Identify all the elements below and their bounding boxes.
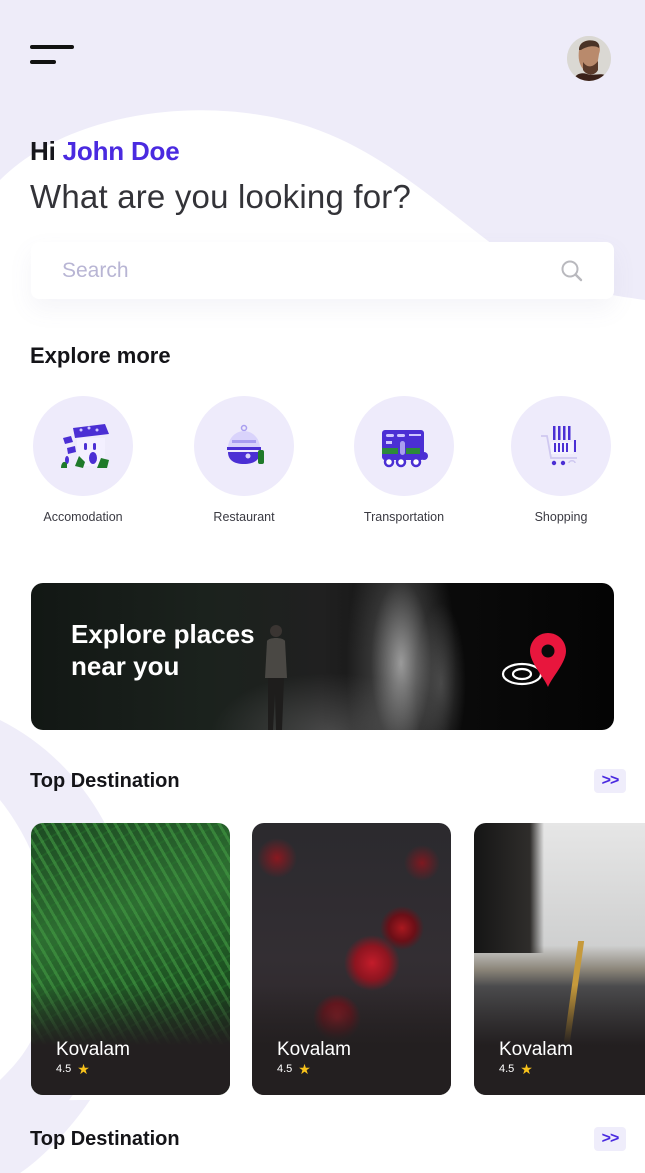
banner-title: Explore places near you — [71, 618, 255, 682]
rating-value: 4.5 — [277, 1063, 293, 1075]
greeting: Hi John Doe — [30, 136, 180, 167]
cloche-icon — [227, 424, 264, 464]
explore-places-banner[interactable]: Explore places near you — [31, 583, 614, 730]
category-label: Accomodation — [43, 510, 123, 524]
top-destination-title: Top Destination — [30, 770, 180, 792]
category-restaurant[interactable]: Restaurant — [174, 396, 314, 524]
avatar[interactable] — [567, 36, 611, 81]
person-silhouette — [265, 625, 287, 730]
user-name: John Doe — [62, 136, 180, 166]
destination-rating: 4.5 ★ — [499, 1060, 533, 1077]
greeting-hi: Hi — [30, 136, 56, 166]
explore-more-title: Explore more — [30, 343, 171, 368]
banner-line-2: near you — [71, 651, 180, 681]
category-accomodation[interactable]: Accomodation — [13, 396, 153, 524]
star-icon: ★ — [77, 1060, 90, 1077]
search-icon[interactable] — [560, 259, 584, 283]
star-icon: ★ — [520, 1060, 533, 1077]
category-circle — [33, 396, 133, 496]
star-icon: ★ — [298, 1060, 311, 1077]
category-circle — [511, 396, 611, 496]
menu-line — [30, 60, 56, 64]
category-label: Transportation — [363, 510, 445, 524]
destination-card[interactable]: Kovalam 4.5 ★ — [252, 823, 451, 1095]
hamburger-menu-icon[interactable] — [30, 42, 76, 68]
rating-value: 4.5 — [499, 1063, 515, 1075]
category-transportation[interactable]: Transportation — [334, 396, 474, 524]
shopping-cart-icon — [541, 426, 577, 466]
search-bar — [31, 242, 614, 299]
destination-rating: 4.5 ★ — [56, 1060, 90, 1077]
top-bar — [0, 0, 645, 110]
rating-value: 4.5 — [56, 1063, 72, 1075]
search-input[interactable] — [31, 242, 531, 299]
destination-card[interactable]: Kovalam 4.5 ★ — [31, 823, 230, 1095]
menu-line — [30, 45, 74, 49]
destination-rating: 4.5 ★ — [277, 1060, 311, 1077]
see-more-button[interactable]: >> — [594, 769, 626, 793]
category-label: Shopping — [534, 510, 588, 524]
card-image-trees — [474, 823, 544, 953]
truck-icon — [382, 430, 428, 468]
destination-name: Kovalam — [277, 1039, 351, 1060]
destination-card[interactable]: Kovalam 4.5 ★ — [474, 823, 645, 1095]
destination-name: Kovalam — [56, 1039, 130, 1060]
avatar-image — [567, 36, 611, 81]
top-destination-title-2: Top Destination — [30, 1128, 180, 1150]
location-pin-icon — [501, 633, 566, 687]
category-circle — [194, 396, 294, 496]
category-label: Restaurant — [213, 510, 275, 524]
category-circle — [354, 396, 454, 496]
category-shopping[interactable]: Shopping — [491, 396, 631, 524]
see-more-button-2[interactable]: >> — [594, 1127, 626, 1151]
house-icon — [61, 424, 109, 468]
banner-line-1: Explore places — [71, 619, 255, 649]
destination-name: Kovalam — [499, 1039, 573, 1060]
page-subtitle: What are you looking for? — [30, 178, 412, 215]
